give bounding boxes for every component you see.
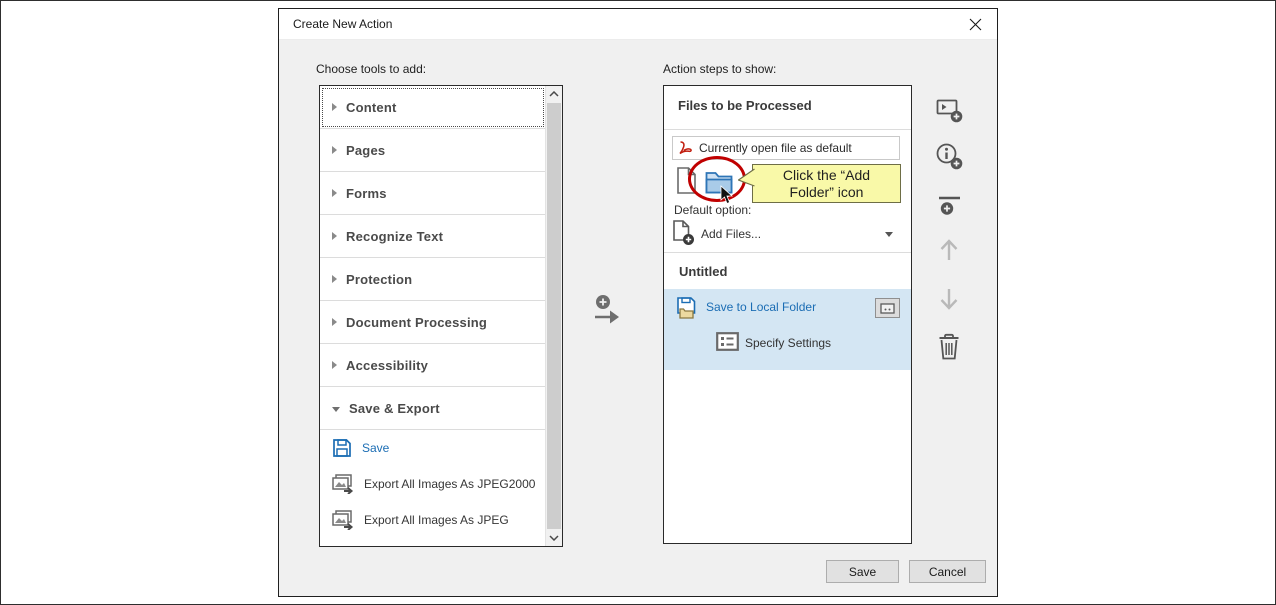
listbox-scrollbar[interactable] bbox=[545, 86, 562, 546]
create-new-action-dialog: Create New Action Choose tools to add: A… bbox=[278, 8, 998, 597]
remove-step-button[interactable] bbox=[934, 331, 964, 361]
chevron-up-icon bbox=[549, 91, 559, 97]
screenshot-canvas: Create New Action Choose tools to add: A… bbox=[0, 0, 1276, 605]
action-steps-panel: Files to be Processed Currently open fil… bbox=[663, 85, 912, 544]
callout-text-line1: Click the “Add bbox=[783, 167, 870, 184]
scroll-down-button[interactable] bbox=[546, 530, 562, 546]
category-forms[interactable]: Forms bbox=[320, 172, 546, 215]
expander-icon bbox=[332, 318, 337, 326]
trash-icon bbox=[937, 333, 961, 360]
expander-expanded-icon bbox=[332, 407, 340, 412]
dropdown-caret-icon bbox=[885, 232, 893, 237]
add-to-action-arrow-icon bbox=[591, 293, 623, 327]
tool-export-jpeg2000[interactable]: Export All Images As JPEG2000 bbox=[320, 466, 546, 502]
action-steps-label: Action steps to show: bbox=[663, 62, 776, 76]
export-images-icon bbox=[332, 510, 354, 530]
category-document-processing[interactable]: Document Processing bbox=[320, 301, 546, 344]
files-section-title: Files to be Processed bbox=[678, 98, 812, 113]
expander-icon bbox=[332, 103, 337, 111]
tool-export-jpeg[interactable]: Export All Images As JPEG bbox=[320, 502, 546, 538]
save-icon bbox=[332, 438, 352, 458]
selected-step-block: Save to Local Folder bbox=[664, 289, 911, 370]
dialog-title: Create New Action bbox=[293, 9, 392, 39]
add-instruction-icon bbox=[936, 143, 963, 170]
export-images-icon bbox=[332, 474, 354, 494]
chevron-down-icon bbox=[549, 535, 559, 541]
save-to-folder-icon bbox=[676, 297, 699, 319]
cursor-arrow-icon bbox=[720, 185, 734, 205]
arrow-up-icon bbox=[936, 237, 962, 263]
add-panel-button[interactable] bbox=[934, 95, 964, 125]
default-files-dropdown-value: Add Files... bbox=[701, 227, 761, 241]
separator bbox=[664, 129, 911, 130]
dialog-titlebar: Create New Action bbox=[279, 9, 997, 40]
prompt-dialog-icon bbox=[880, 303, 895, 314]
scroll-up-button[interactable] bbox=[546, 86, 562, 102]
move-down-button[interactable] bbox=[934, 284, 964, 314]
add-files-icon bbox=[673, 220, 695, 246]
close-button[interactable] bbox=[963, 13, 987, 35]
cancel-button[interactable]: Cancel bbox=[909, 560, 986, 583]
specify-settings-icon bbox=[716, 332, 739, 351]
expander-icon bbox=[332, 189, 337, 197]
add-panel-icon bbox=[936, 97, 963, 123]
substep-label: Specify Settings bbox=[745, 336, 831, 350]
tools-listbox: Content Pages Forms Recognize Text Prote… bbox=[319, 85, 563, 547]
arrow-down-icon bbox=[936, 286, 962, 312]
tool-save[interactable]: Save bbox=[320, 430, 546, 466]
category-save-export[interactable]: Save & Export bbox=[320, 387, 546, 430]
choose-tools-label: Choose tools to add: bbox=[316, 62, 426, 76]
action-group-title: Untitled bbox=[679, 264, 727, 279]
add-divider-icon bbox=[937, 195, 962, 219]
callout-tail bbox=[738, 168, 755, 187]
prompt-user-toggle-button[interactable] bbox=[875, 298, 900, 318]
current-file-label: Currently open file as default bbox=[699, 141, 852, 155]
category-pages[interactable]: Pages bbox=[320, 129, 546, 172]
move-up-button[interactable] bbox=[934, 235, 964, 265]
category-content[interactable]: Content bbox=[320, 86, 546, 129]
separator bbox=[664, 252, 911, 253]
category-recognize-text[interactable]: Recognize Text bbox=[320, 215, 546, 258]
scrollbar-thumb[interactable] bbox=[547, 103, 561, 529]
close-icon bbox=[969, 18, 982, 31]
tutorial-callout: Click the “Add Folder” icon bbox=[752, 164, 901, 203]
expander-icon bbox=[332, 232, 337, 240]
default-option-label: Default option: bbox=[674, 203, 751, 217]
pdf-icon bbox=[678, 141, 693, 155]
category-accessibility[interactable]: Accessibility bbox=[320, 344, 546, 387]
add-instruction-button[interactable] bbox=[934, 141, 964, 171]
save-button[interactable]: Save bbox=[826, 560, 899, 583]
default-files-dropdown[interactable]: Add Files... bbox=[664, 216, 911, 250]
add-divider-button[interactable] bbox=[934, 192, 964, 222]
callout-text-line2: Folder” icon bbox=[790, 184, 864, 201]
step-label: Save to Local Folder bbox=[706, 300, 816, 314]
category-protection[interactable]: Protection bbox=[320, 258, 546, 301]
expander-icon bbox=[332, 146, 337, 154]
expander-icon bbox=[332, 361, 337, 369]
expander-icon bbox=[332, 275, 337, 283]
